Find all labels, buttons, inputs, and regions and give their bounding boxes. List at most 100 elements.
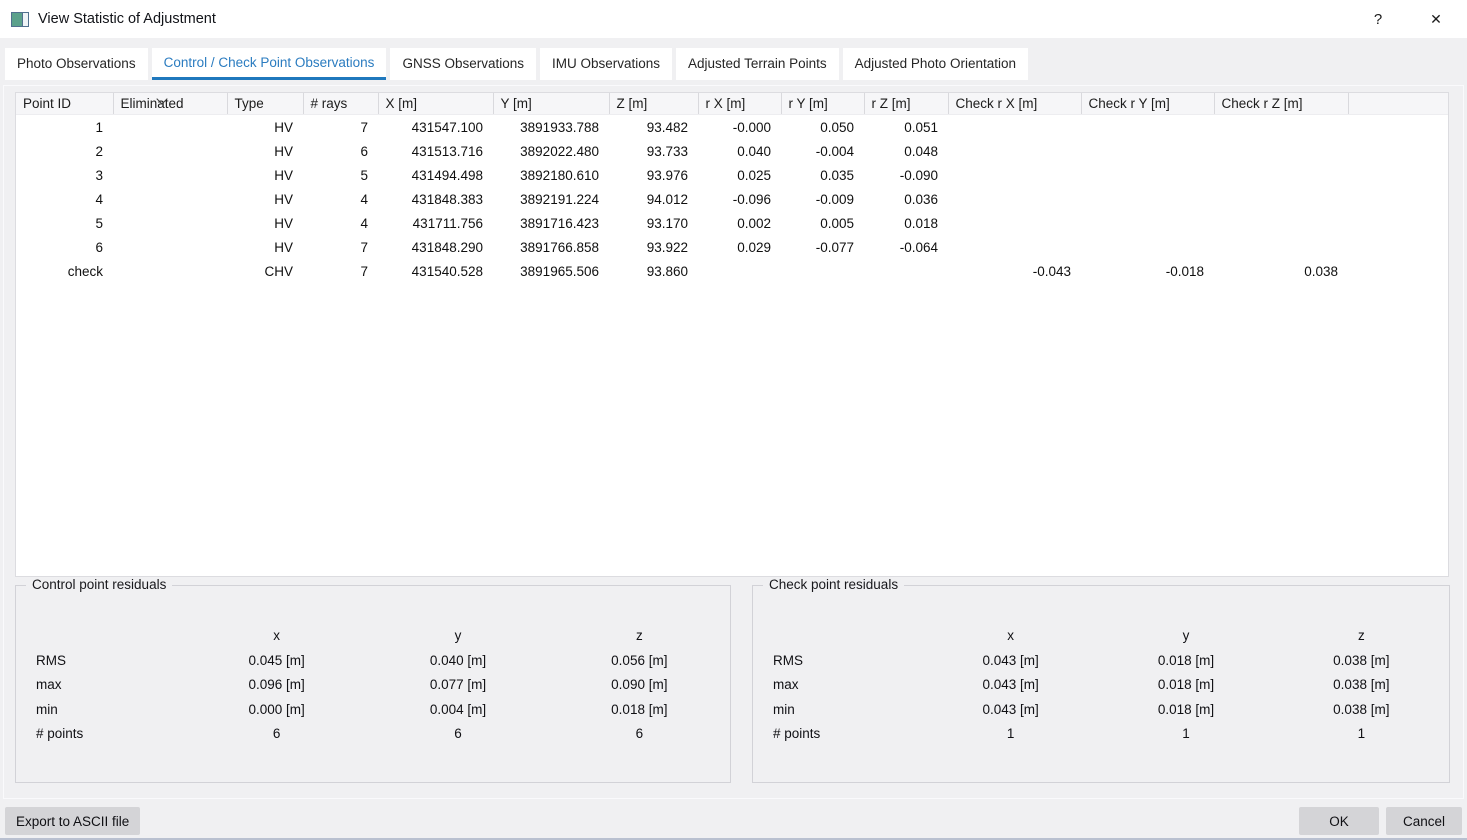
table-cell[interactable]: -0.000 <box>698 115 781 140</box>
table-cell[interactable] <box>113 139 227 163</box>
table-cell[interactable]: 4 <box>303 187 378 211</box>
table-cell[interactable] <box>1081 115 1214 140</box>
column-header-check-ry[interactable]: Check r Y [m] <box>1081 93 1214 115</box>
table-cell[interactable]: 431494.498 <box>378 163 493 187</box>
table-cell[interactable] <box>113 163 227 187</box>
table-cell[interactable]: 0.025 <box>698 163 781 187</box>
table-cell[interactable] <box>1214 163 1348 187</box>
table-row[interactable]: 2HV6431513.7163892022.48093.7330.040-0.0… <box>16 139 1448 163</box>
table-cell[interactable]: 0.018 <box>864 211 948 235</box>
table-cell[interactable] <box>1214 211 1348 235</box>
table-cell[interactable] <box>1214 115 1348 140</box>
column-header-x[interactable]: X [m] <box>378 93 493 115</box>
table-cell[interactable]: -0.090 <box>864 163 948 187</box>
table-cell[interactable] <box>781 259 864 283</box>
table-cell[interactable]: 93.482 <box>609 115 698 140</box>
column-header-ry[interactable]: r Y [m] <box>781 93 864 115</box>
table-cell[interactable] <box>1214 139 1348 163</box>
table-cell[interactable]: CHV <box>227 259 303 283</box>
table-cell[interactable]: 6 <box>16 235 113 259</box>
table-cell[interactable] <box>698 259 781 283</box>
table-cell[interactable] <box>948 211 1081 235</box>
table-cell[interactable]: 7 <box>303 235 378 259</box>
table-row[interactable]: 3 HV5431494.4983892180.61093.9760.0250.03… <box>16 163 1448 187</box>
table-cell[interactable]: 3892022.480 <box>493 139 609 163</box>
column-header-check-rz[interactable]: Check r Z [m] <box>1214 93 1348 115</box>
table-cell[interactable]: 93.170 <box>609 211 698 235</box>
help-button[interactable]: ? <box>1355 0 1401 38</box>
table-cell[interactable]: 0.050 <box>781 115 864 140</box>
column-header-check-rx[interactable]: Check r X [m] <box>948 93 1081 115</box>
table-cell[interactable] <box>948 163 1081 187</box>
table-cell[interactable]: 0.038 <box>1214 259 1348 283</box>
table-cell[interactable] <box>1081 211 1214 235</box>
table-cell[interactable]: check <box>16 259 113 283</box>
table-cell[interactable]: 0.040 <box>698 139 781 163</box>
table-cell[interactable] <box>1348 187 1448 211</box>
column-header-rz[interactable]: r Z [m] <box>864 93 948 115</box>
table-cell[interactable]: 3891716.423 <box>493 211 609 235</box>
table-cell[interactable]: 0.036 <box>864 187 948 211</box>
table-cell[interactable]: 0.029 <box>698 235 781 259</box>
table-cell[interactable]: -0.064 <box>864 235 948 259</box>
close-button[interactable]: ✕ <box>1413 0 1459 38</box>
table-cell[interactable] <box>1348 115 1448 140</box>
table-cell[interactable]: 431513.716 <box>378 139 493 163</box>
table-cell[interactable]: 3892180.610 <box>493 163 609 187</box>
table-cell[interactable] <box>1348 139 1448 163</box>
table-cell[interactable]: 5 <box>303 163 378 187</box>
table-cell[interactable]: 431848.383 <box>378 187 493 211</box>
table-cell[interactable] <box>1081 235 1214 259</box>
table-cell[interactable]: -0.004 <box>781 139 864 163</box>
tab-gnss-observations[interactable]: GNSS Observations <box>390 48 536 80</box>
table-cell[interactable]: 4 <box>16 187 113 211</box>
tab-control-check-point-observations[interactable]: Control / Check Point Observations <box>152 48 387 80</box>
table-cell[interactable] <box>948 115 1081 140</box>
table-cell[interactable] <box>1348 163 1448 187</box>
table-cell[interactable] <box>948 139 1081 163</box>
table-cell[interactable]: 431848.290 <box>378 235 493 259</box>
tab-photo-observations[interactable]: Photo Observations <box>5 48 148 80</box>
table-cell[interactable] <box>1348 235 1448 259</box>
table-cell[interactable]: 0.005 <box>781 211 864 235</box>
column-header-eliminated[interactable]: Eliminated <box>113 93 227 115</box>
table-cell[interactable] <box>1214 235 1348 259</box>
table-cell[interactable] <box>1348 211 1448 235</box>
table-cell[interactable] <box>113 235 227 259</box>
table-cell[interactable] <box>113 259 227 283</box>
table-cell[interactable]: 93.860 <box>609 259 698 283</box>
table-cell[interactable]: 3891965.506 <box>493 259 609 283</box>
table-cell[interactable]: 431540.528 <box>378 259 493 283</box>
table-cell[interactable] <box>1348 259 1448 283</box>
table-cell[interactable]: 431547.100 <box>378 115 493 140</box>
table-cell[interactable]: 3892191.224 <box>493 187 609 211</box>
export-ascii-button[interactable]: Export to ASCII file <box>5 807 140 835</box>
table-cell[interactable]: -0.096 <box>698 187 781 211</box>
table-cell[interactable] <box>1081 163 1214 187</box>
table-cell[interactable]: -0.077 <box>781 235 864 259</box>
tab-imu-observations[interactable]: IMU Observations <box>540 48 672 80</box>
table-cell[interactable]: 0.035 <box>781 163 864 187</box>
table-cell[interactable]: 94.012 <box>609 187 698 211</box>
table-cell[interactable]: 0.048 <box>864 139 948 163</box>
table-cell[interactable] <box>113 187 227 211</box>
table-cell[interactable]: 0.051 <box>864 115 948 140</box>
table-cell[interactable]: 431711.756 <box>378 211 493 235</box>
table-cell[interactable]: 3891933.788 <box>493 115 609 140</box>
table-cell[interactable]: 5 <box>16 211 113 235</box>
table-cell[interactable]: -0.043 <box>948 259 1081 283</box>
column-header-y[interactable]: Y [m] <box>493 93 609 115</box>
table-cell[interactable]: 93.733 <box>609 139 698 163</box>
table-cell[interactable]: HV <box>227 163 303 187</box>
table-cell[interactable] <box>1081 187 1214 211</box>
table-cell[interactable]: HV <box>227 139 303 163</box>
table-cell[interactable]: -0.009 <box>781 187 864 211</box>
table-cell[interactable] <box>113 115 227 140</box>
table-cell[interactable]: 93.976 <box>609 163 698 187</box>
table-cell[interactable]: HV <box>227 115 303 140</box>
table-cell[interactable] <box>864 259 948 283</box>
column-header-rays[interactable]: # rays <box>303 93 378 115</box>
table-cell[interactable]: 0.002 <box>698 211 781 235</box>
table-cell[interactable]: 93.922 <box>609 235 698 259</box>
table-cell[interactable]: 3 <box>16 163 113 187</box>
